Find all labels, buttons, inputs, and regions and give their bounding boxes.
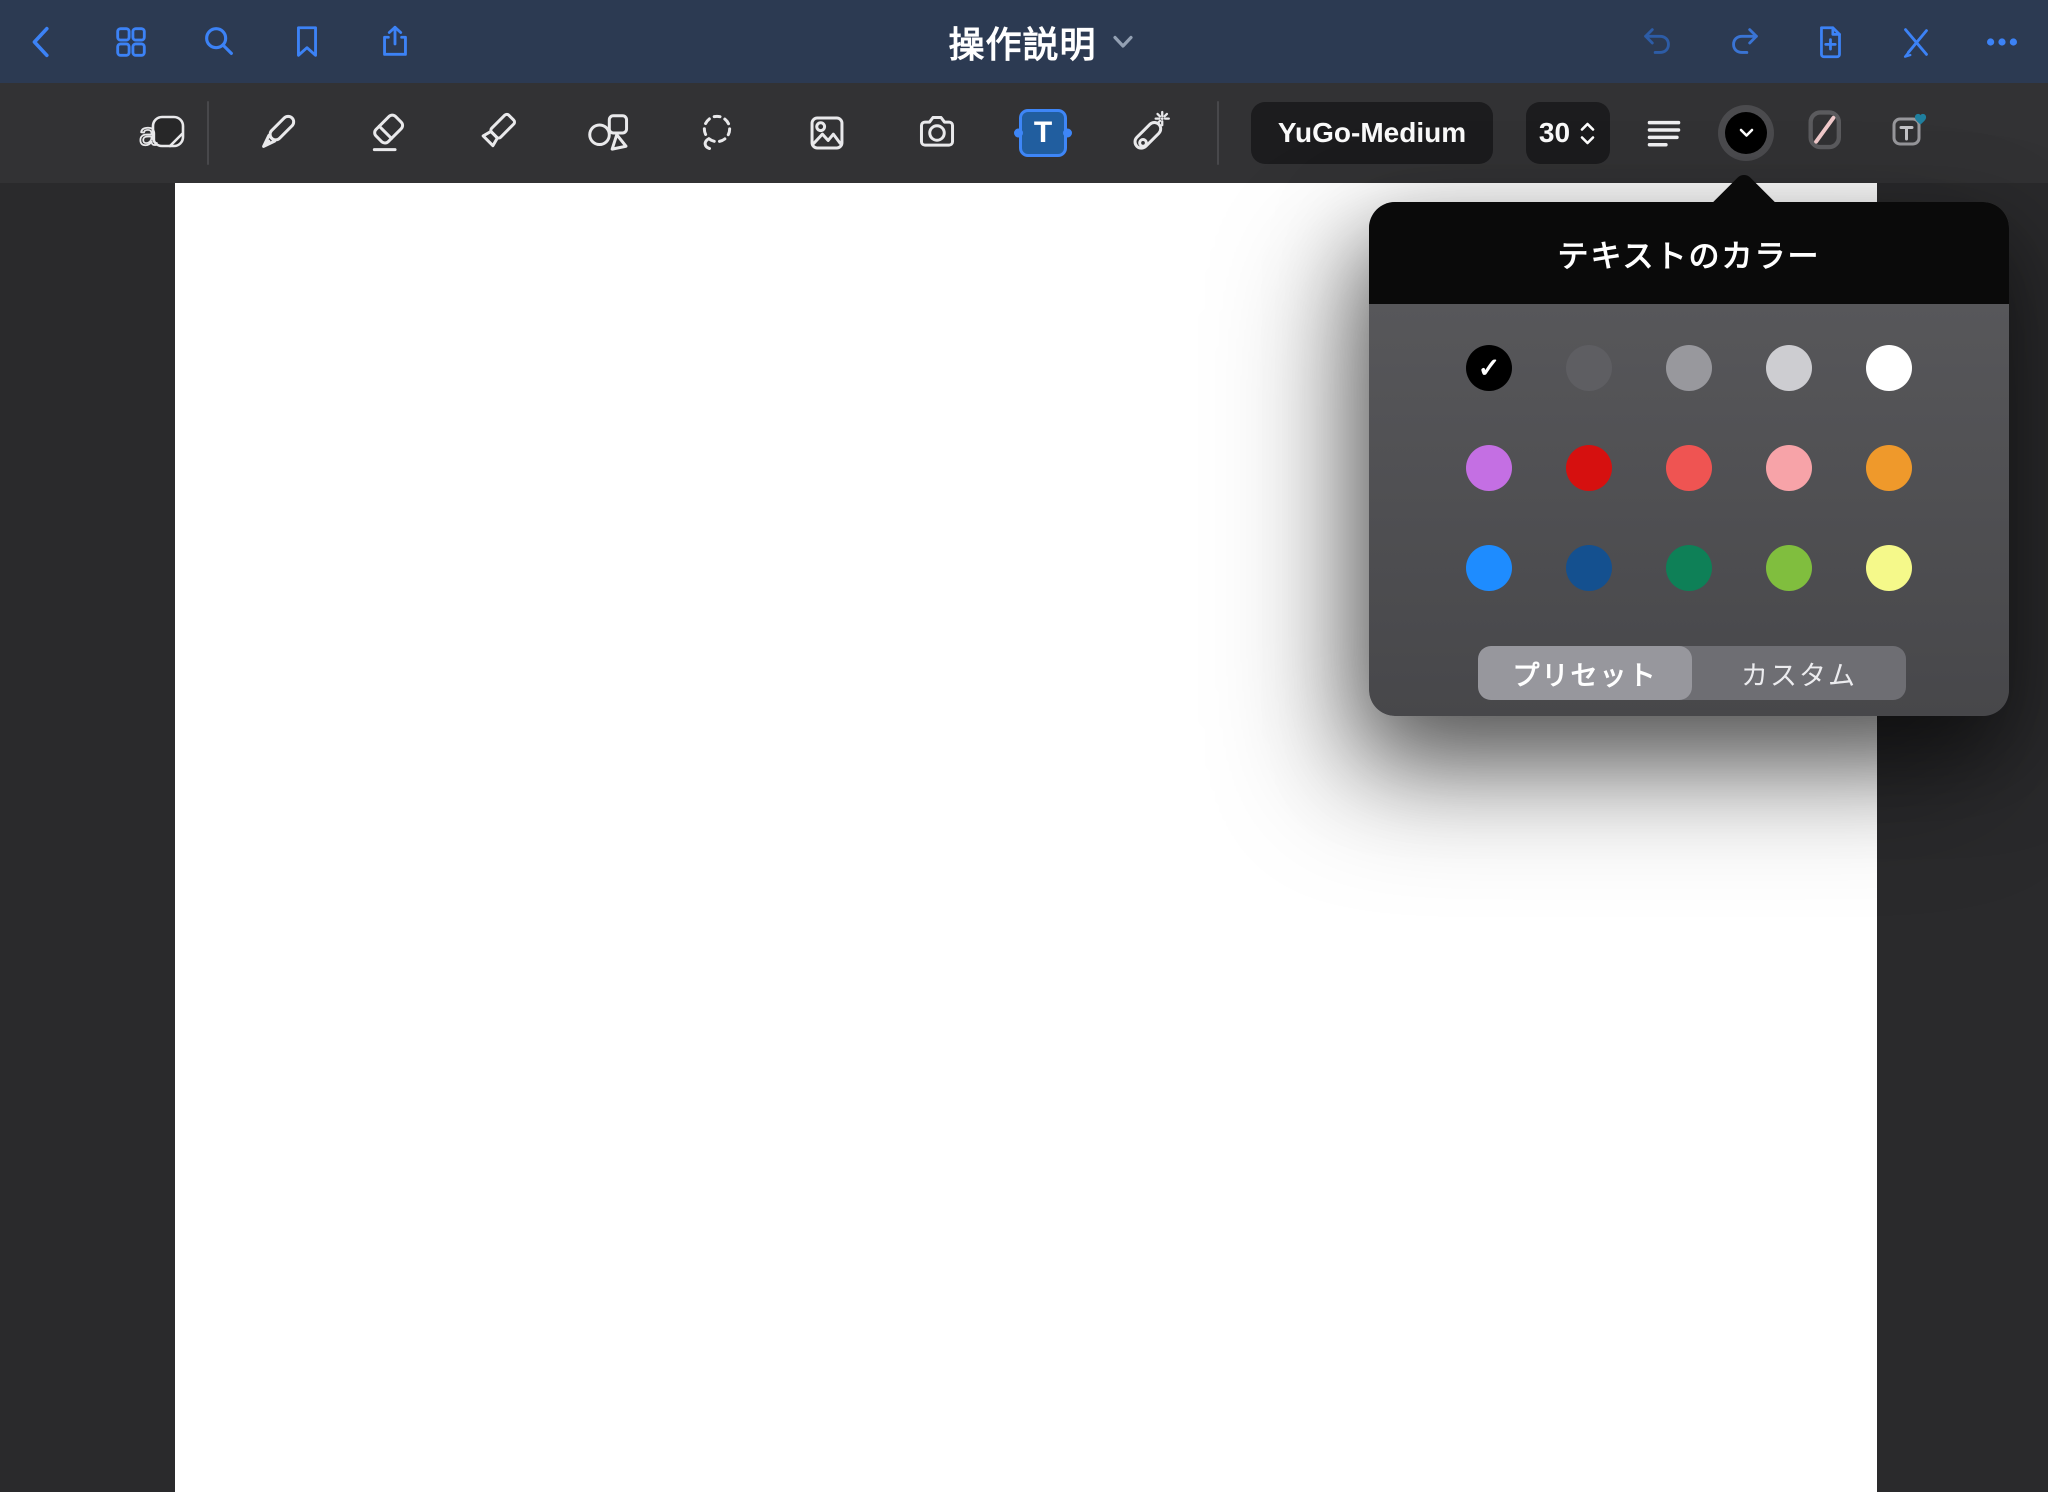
tool-handwriting-convert[interactable]: a bbox=[137, 105, 193, 161]
bookmark-icon bbox=[288, 23, 326, 61]
highlighter-icon bbox=[474, 110, 520, 156]
search-button[interactable] bbox=[200, 23, 238, 61]
color-swatch-red[interactable] bbox=[1566, 445, 1612, 491]
tool-shapes[interactable] bbox=[579, 105, 635, 161]
font-size-value: 30 bbox=[1539, 117, 1570, 149]
share-button[interactable] bbox=[376, 23, 414, 61]
text-color-popover: テキストのカラー プリセット カスタム bbox=[1369, 202, 2009, 716]
color-swatch-pink[interactable] bbox=[1766, 445, 1812, 491]
title-chevron-down-icon bbox=[1112, 34, 1134, 50]
tool-highlighter[interactable] bbox=[469, 105, 525, 161]
color-swatch-yellow[interactable] bbox=[1866, 545, 1912, 591]
tools-group: a T bbox=[137, 83, 1219, 183]
share-icon bbox=[376, 23, 414, 61]
tool-camera[interactable] bbox=[909, 105, 965, 161]
font-size-stepper[interactable]: 30 bbox=[1526, 102, 1610, 164]
text-align-button[interactable] bbox=[1636, 105, 1692, 161]
swatch-row bbox=[1369, 345, 2009, 391]
text-color-button[interactable] bbox=[1718, 105, 1774, 161]
topbar-left-group bbox=[0, 23, 414, 61]
photo-icon bbox=[804, 110, 850, 156]
color-swatch-black[interactable] bbox=[1466, 345, 1512, 391]
color-swatch-lime[interactable] bbox=[1766, 545, 1812, 591]
popover-title: テキストのカラー bbox=[1557, 231, 1820, 276]
topbar-right-group bbox=[1639, 23, 2048, 61]
color-swatch-purple[interactable] bbox=[1466, 445, 1512, 491]
color-swatch-gray[interactable] bbox=[1666, 345, 1712, 391]
back-button[interactable] bbox=[24, 23, 62, 61]
laser-pointer-icon bbox=[1126, 110, 1172, 156]
app-screen: 操作説明 a bbox=[0, 0, 2048, 1492]
stepper-chevrons-icon bbox=[1578, 120, 1597, 147]
text-style-favorite-button[interactable] bbox=[1882, 105, 1938, 161]
swatch-grid bbox=[1369, 345, 2009, 591]
tool-bar: a T bbox=[0, 83, 2048, 183]
pen-icon bbox=[254, 110, 300, 156]
stroke-style-button[interactable] bbox=[1800, 105, 1856, 161]
top-navigation-bar: 操作説明 bbox=[0, 0, 2048, 83]
pencil-slash-icon bbox=[1897, 23, 1935, 61]
popover-header: テキストのカラー bbox=[1369, 202, 2009, 304]
undo-icon bbox=[1639, 23, 1677, 61]
text-format-group: YuGo-Medium 30 bbox=[1251, 83, 1938, 183]
color-swatch-green[interactable] bbox=[1666, 545, 1712, 591]
tool-eraser[interactable] bbox=[359, 105, 415, 161]
tool-lasso[interactable] bbox=[689, 105, 745, 161]
shapes-icon bbox=[584, 110, 630, 156]
bookmark-button[interactable] bbox=[288, 23, 326, 61]
redo-button[interactable] bbox=[1725, 23, 1763, 61]
color-swatch-navy[interactable] bbox=[1566, 545, 1612, 591]
handwriting-convert-icon: a bbox=[137, 105, 193, 161]
current-color-black bbox=[1725, 112, 1767, 154]
eraser-icon bbox=[364, 110, 410, 156]
toolbar-divider bbox=[1217, 101, 1219, 165]
swatch-row bbox=[1369, 445, 2009, 491]
toolbar-divider bbox=[207, 101, 209, 165]
font-family-button[interactable]: YuGo-Medium bbox=[1251, 102, 1493, 164]
page-thumbnails-button[interactable] bbox=[112, 23, 150, 61]
document-title: 操作説明 bbox=[948, 16, 1096, 68]
svg-text:a: a bbox=[139, 116, 157, 152]
swatch-row bbox=[1369, 545, 2009, 591]
tool-laser-pointer[interactable] bbox=[1121, 105, 1177, 161]
segment-preset[interactable]: プリセット bbox=[1478, 646, 1692, 700]
stroke-slash-icon bbox=[1802, 107, 1854, 159]
color-swatch-light-gray[interactable] bbox=[1766, 345, 1812, 391]
undo-button[interactable] bbox=[1639, 23, 1677, 61]
color-swatch-coral[interactable] bbox=[1666, 445, 1712, 491]
pencil-disabled-button[interactable] bbox=[1897, 23, 1935, 61]
more-button[interactable] bbox=[1983, 23, 2021, 61]
add-page-icon bbox=[1811, 23, 1849, 61]
tool-text-selected[interactable]: T bbox=[1019, 109, 1067, 157]
text-style-heart-icon bbox=[1884, 107, 1936, 159]
redo-icon bbox=[1725, 23, 1763, 61]
tool-pen[interactable] bbox=[249, 105, 305, 161]
tool-photo[interactable] bbox=[799, 105, 855, 161]
align-left-icon bbox=[1643, 112, 1685, 154]
add-page-button[interactable] bbox=[1811, 23, 1849, 61]
document-title-button[interactable]: 操作説明 bbox=[942, 15, 1139, 69]
back-chevron-icon bbox=[24, 23, 62, 61]
color-swatch-dark-gray[interactable] bbox=[1566, 345, 1612, 391]
color-swatch-orange[interactable] bbox=[1866, 445, 1912, 491]
page-thumbnails-icon bbox=[112, 23, 150, 61]
segment-custom[interactable]: カスタム bbox=[1692, 646, 1906, 700]
camera-icon bbox=[914, 110, 960, 156]
lasso-icon bbox=[694, 110, 740, 156]
ellipsis-icon bbox=[1983, 23, 2021, 61]
search-icon bbox=[200, 23, 238, 61]
preset-custom-segmented-control: プリセット カスタム bbox=[1478, 646, 1906, 700]
color-swatch-white[interactable] bbox=[1866, 345, 1912, 391]
text-tool-glyph: T bbox=[1034, 118, 1052, 148]
color-swatch-blue[interactable] bbox=[1466, 545, 1512, 591]
chevron-down-icon bbox=[1739, 128, 1754, 138]
